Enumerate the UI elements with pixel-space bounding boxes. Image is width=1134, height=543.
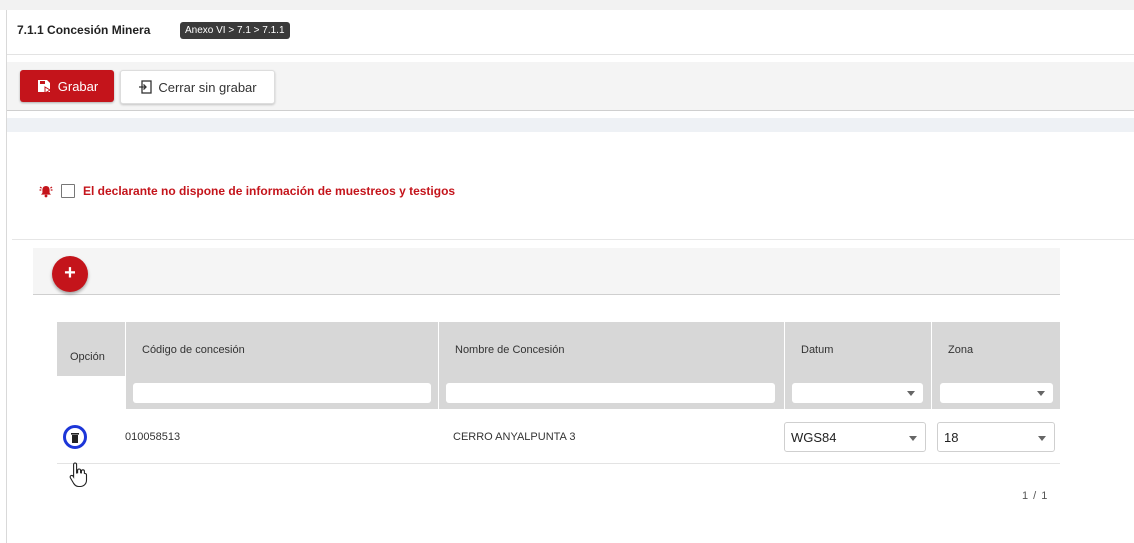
column-header-zone[interactable]: Zona bbox=[931, 322, 1060, 376]
column-header-datum[interactable]: Datum bbox=[784, 322, 931, 376]
save-button[interactable]: Grabar bbox=[20, 70, 114, 102]
datum-select[interactable]: WGS84 bbox=[784, 422, 926, 452]
column-divider bbox=[784, 322, 785, 409]
alarm-icon bbox=[39, 186, 53, 198]
trash-icon bbox=[71, 432, 79, 443]
concession-name: CERRO ANYALPUNTA 3 bbox=[453, 431, 576, 443]
column-header-label: Código de concesión bbox=[142, 344, 245, 356]
save-icon bbox=[37, 80, 51, 94]
filter-row bbox=[125, 376, 1060, 409]
code-filter-input[interactable] bbox=[133, 383, 431, 403]
concession-code: 010058513 bbox=[125, 431, 181, 443]
section-band bbox=[7, 118, 1134, 132]
column-header-label: Opción bbox=[70, 351, 105, 363]
chevron-down-icon bbox=[909, 436, 917, 441]
top-strip bbox=[0, 0, 1134, 10]
column-divider bbox=[438, 322, 439, 409]
name-filter-input[interactable] bbox=[446, 383, 775, 403]
column-divider bbox=[125, 322, 126, 409]
close-without-saving-button[interactable]: Cerrar sin grabar bbox=[120, 70, 275, 104]
page-title: 7.1.1 Concesión Minera bbox=[17, 23, 151, 37]
page-header: 7.1.1 Concesión Minera Anexo VI > 7.1 > … bbox=[7, 10, 1134, 55]
chevron-down-icon bbox=[907, 391, 915, 396]
plus-icon: + bbox=[64, 262, 76, 284]
zone-filter-select[interactable] bbox=[940, 383, 1053, 403]
chevron-down-icon bbox=[1038, 436, 1046, 441]
delete-row-button[interactable] bbox=[63, 425, 87, 449]
breadcrumb: Anexo VI > 7.1 > 7.1.1 bbox=[180, 22, 290, 39]
notice-panel: El declarante no dispone de información … bbox=[12, 140, 1134, 240]
column-header-label: Nombre de Concesión bbox=[455, 344, 565, 356]
exit-icon bbox=[139, 80, 153, 94]
add-row-button[interactable]: + bbox=[52, 256, 88, 292]
zone-select[interactable]: 18 bbox=[937, 422, 1055, 452]
no-info-checkbox[interactable] bbox=[61, 184, 75, 198]
zone-value: 18 bbox=[944, 430, 959, 445]
save-button-label: Grabar bbox=[57, 78, 99, 94]
column-header-label: Zona bbox=[948, 344, 974, 356]
add-bar: + bbox=[33, 248, 1060, 295]
column-header-code[interactable]: Código de concesión bbox=[125, 322, 438, 376]
column-header-label: Datum bbox=[801, 344, 834, 356]
column-header-option: Opción bbox=[57, 322, 125, 376]
notice-row: El declarante no dispone de información … bbox=[39, 184, 455, 198]
pagination-indicator: 1 / 1 bbox=[1022, 490, 1049, 502]
notice-label: El declarante no dispone de información … bbox=[83, 184, 456, 198]
column-divider bbox=[931, 322, 932, 409]
toolbar: Grabar Cerrar sin grabar bbox=[7, 62, 1134, 111]
hand-cursor-icon bbox=[69, 462, 88, 488]
datum-value: WGS84 bbox=[791, 430, 837, 445]
datum-filter-select[interactable] bbox=[792, 383, 923, 403]
column-header-name[interactable]: Nombre de Concesión bbox=[438, 322, 784, 376]
close-button-label: Cerrar sin grabar bbox=[158, 79, 257, 95]
table-row: 010058513 CERRO ANYALPUNTA 3 WGS84 18 bbox=[57, 409, 1060, 464]
chevron-down-icon bbox=[1037, 391, 1045, 396]
